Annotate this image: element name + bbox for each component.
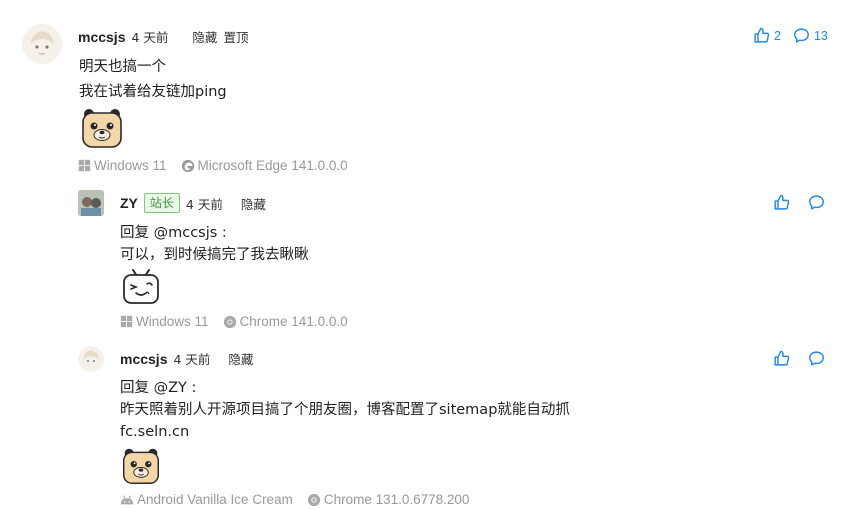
reply-button[interactable] xyxy=(808,350,825,367)
browser-label: Microsoft Edge 141.0.0.0 xyxy=(197,158,348,173)
comment-actions: 2 13 xyxy=(753,27,828,44)
browser-label: Chrome 131.0.6778.200 xyxy=(323,492,470,507)
bear-sticker xyxy=(121,446,161,486)
hide-button[interactable]: 隐藏 xyxy=(192,27,217,46)
timestamp: 4 天前 xyxy=(185,196,223,212)
chrome-icon xyxy=(307,493,320,506)
comment-header: mccsjs 4 天前 隐藏 置顶 xyxy=(78,27,248,46)
comment-line: 我在试着给友链加ping xyxy=(79,84,227,100)
reply-line: 昨天照着别人开源项目搞了个朋友圈，博客配置了sitemap就能自动抓 xyxy=(120,402,570,418)
thumbs-up-icon xyxy=(774,350,790,366)
reply-body: 回复 @ZY : 昨天照着别人开源项目搞了个朋友圈，博客配置了sitemap就能… xyxy=(120,377,570,443)
thumbs-up-icon xyxy=(774,194,790,210)
reply-env: Android Vanilla Ice Cream Chrome 131.0.6… xyxy=(120,492,479,507)
comment-body: 明天也搞一个 我在试着给友链加ping xyxy=(79,56,227,103)
reply-button[interactable] xyxy=(808,194,825,211)
browser-info: Chrome 141.0.0.0 xyxy=(223,314,348,329)
comment-env: Windows 11 Microsoft Edge 141.0.0.0 xyxy=(78,158,358,173)
timestamp: 4 天前 xyxy=(131,30,169,45)
android-icon xyxy=(120,494,134,504)
chrome-icon xyxy=(223,315,236,328)
edge-icon xyxy=(181,159,194,172)
comment-line: 明天也搞一个 xyxy=(79,59,166,75)
like-button[interactable] xyxy=(753,27,770,44)
author-name[interactable]: mccsjs xyxy=(120,351,167,367)
avatar[interactable] xyxy=(78,346,104,372)
browser-info: Chrome 131.0.6778.200 xyxy=(307,492,470,507)
speech-bubble-icon xyxy=(794,28,809,43)
os-label: Windows 11 xyxy=(136,314,209,329)
hide-button[interactable]: 隐藏 xyxy=(228,349,253,368)
browser-label: Chrome 141.0.0.0 xyxy=(239,314,348,329)
tv-sticker xyxy=(121,268,161,306)
browser-info: Microsoft Edge 141.0.0.0 xyxy=(181,158,348,173)
reply-line: fc.seln.cn xyxy=(120,424,190,440)
avatar[interactable] xyxy=(22,24,62,64)
reply-actions xyxy=(773,350,825,367)
reply-actions xyxy=(773,194,825,211)
thumbs-up-icon xyxy=(754,27,770,43)
windows-icon xyxy=(78,159,91,172)
os-info: Android Vanilla Ice Cream xyxy=(120,492,293,507)
hide-button[interactable]: 隐藏 xyxy=(241,194,266,213)
like-count: 2 xyxy=(774,28,781,43)
reply-to-line: 回复 @mccsjs : xyxy=(120,225,227,241)
like-button[interactable] xyxy=(773,194,790,211)
bear-sticker xyxy=(80,106,124,150)
reply-header: mccsjs 4 天前 隐藏 xyxy=(120,349,253,368)
like-button[interactable] xyxy=(773,350,790,367)
author-name[interactable]: mccsjs xyxy=(78,29,125,45)
avatar[interactable] xyxy=(78,190,104,216)
author-name[interactable]: ZY xyxy=(120,195,138,211)
speech-bubble-icon xyxy=(809,351,824,366)
speech-bubble-icon xyxy=(809,195,824,210)
windows-icon xyxy=(120,315,133,328)
reply-body: 回复 @mccsjs : 可以，到时候搞完了我去瞅瞅 xyxy=(120,222,309,266)
pin-button[interactable]: 置顶 xyxy=(223,27,248,46)
timestamp: 4 天前 xyxy=(173,352,211,367)
reply-count: 13 xyxy=(813,28,828,43)
os-info: Windows 11 xyxy=(78,158,167,173)
reply-env: Windows 11 Chrome 141.0.0.0 xyxy=(120,314,358,329)
os-info: Windows 11 xyxy=(120,314,209,329)
os-label: Android Vanilla Ice Cream xyxy=(137,492,293,507)
os-label: Windows 11 xyxy=(94,158,167,173)
reply-button[interactable] xyxy=(793,27,810,44)
reply-to-line: 回复 @ZY : xyxy=(120,380,197,396)
reply-header: ZY 站长 4 天前 隐藏 xyxy=(120,193,266,213)
reply-line: 可以，到时候搞完了我去瞅瞅 xyxy=(120,247,309,263)
admin-badge: 站长 xyxy=(143,193,180,213)
